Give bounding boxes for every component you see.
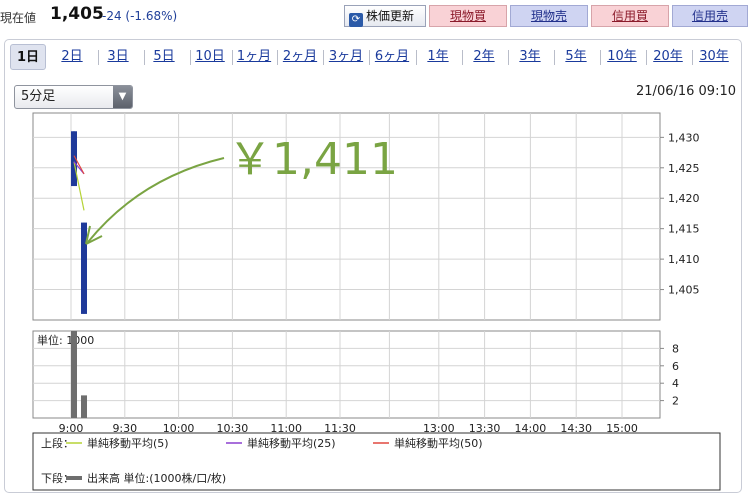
volume-plot-area (32, 330, 661, 419)
volume-tick-label: 2 (672, 395, 679, 408)
volume-tick-label: 4 (672, 377, 679, 390)
stock-chart: 1,430 1,425 1,420 1,415 1,410 1,405 2 4 6 8 単位: 10… (32, 112, 721, 491)
legend-volume-label: 出来高 単位:(1000株/口/枚) (87, 471, 226, 485)
price-tick-label: 1,405 (668, 284, 700, 297)
legend-item-label: 単純移動平均(50) (394, 436, 483, 450)
volume-tick-label: 8 (672, 342, 679, 355)
volume-unit-label: 単位: 1000 (37, 333, 94, 347)
price-tick-label: 1,420 (668, 192, 700, 205)
price-tick-label: 1,425 (668, 162, 700, 175)
price-annotation: ￥1,411 (228, 134, 398, 185)
volume-bar (81, 395, 87, 418)
legend-item-label: 単純移動平均(5) (87, 436, 169, 450)
price-tick-label: 1,430 (668, 131, 700, 144)
price-tick-label: 1,410 (668, 253, 700, 266)
volume-tick-label: 6 (672, 360, 679, 373)
candle-body (81, 222, 87, 314)
price-tick-label: 1,415 (668, 223, 700, 236)
volume-bar (71, 331, 77, 418)
legend-item-label: 単純移動平均(25) (247, 436, 336, 450)
